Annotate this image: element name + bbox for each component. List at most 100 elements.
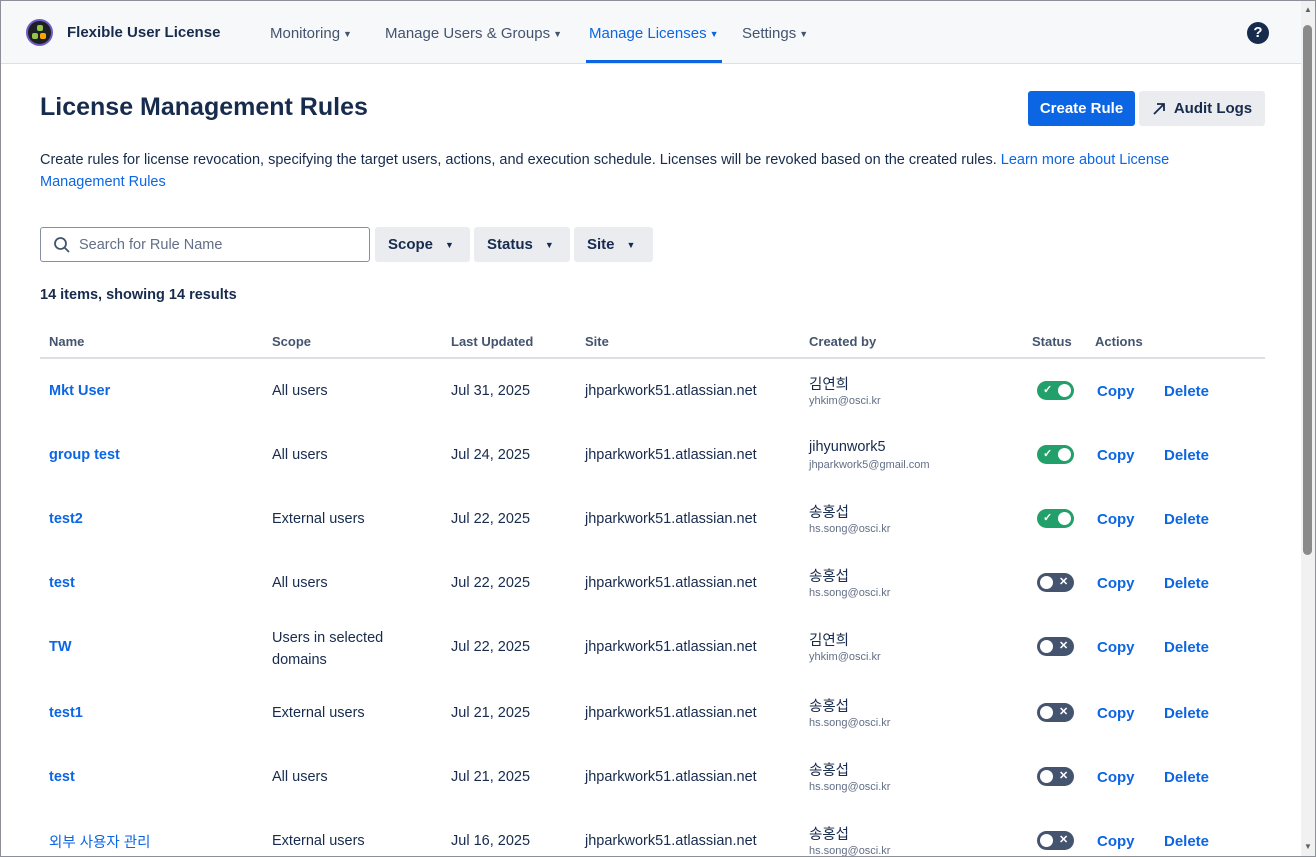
search-icon — [54, 237, 70, 253]
nav-manage-licenses-label: Manage Licenses — [589, 25, 707, 42]
search-placeholder: Search for Rule Name — [79, 237, 223, 253]
rule-name-link[interactable]: test2 — [49, 511, 83, 527]
column-header-created-by[interactable]: Created by — [809, 334, 876, 349]
delete-button[interactable]: Delete — [1164, 639, 1209, 656]
page-title: License Management Rules — [40, 93, 368, 121]
scrollbar-thumb[interactable] — [1303, 25, 1312, 555]
rule-name-link[interactable]: Mkt User — [49, 383, 110, 399]
table-row: group test All users Jul 24, 2025 jhpark… — [1, 423, 1301, 487]
toggle-knob — [1040, 834, 1053, 847]
status-toggle[interactable]: ✕ — [1037, 573, 1074, 592]
rule-name-link[interactable]: test1 — [49, 705, 83, 721]
status-filter-label: Status — [487, 236, 533, 253]
rule-scope: All users — [272, 769, 328, 785]
rule-site: jhparkwork51.atlassian.net — [585, 639, 757, 655]
column-header-last-updated[interactable]: Last Updated — [451, 334, 533, 349]
creator-name: 송홍섭 — [809, 569, 850, 585]
status-toggle[interactable]: ✓ — [1037, 381, 1074, 400]
column-header-site[interactable]: Site — [585, 334, 609, 349]
rule-name-link[interactable]: group test — [49, 447, 120, 463]
nav-monitoring[interactable]: Monitoring ▼ — [270, 25, 352, 42]
toggle-knob — [1040, 576, 1053, 589]
rule-scope: External users — [272, 705, 365, 721]
rule-name-link[interactable]: test — [49, 769, 75, 785]
delete-button[interactable]: Delete — [1164, 575, 1209, 592]
create-rule-button[interactable]: Create Rule — [1028, 91, 1135, 126]
status-toggle[interactable]: ✕ — [1037, 703, 1074, 722]
delete-button[interactable]: Delete — [1164, 447, 1209, 464]
rule-last-updated: Jul 21, 2025 — [451, 705, 531, 721]
check-icon: ✓ — [1043, 512, 1053, 524]
delete-button[interactable]: Delete — [1164, 383, 1209, 400]
app-logo-icon[interactable] — [26, 19, 53, 46]
nav-manage-licenses[interactable]: Manage Licenses ▼ — [589, 25, 719, 42]
rule-scope: All users — [272, 383, 328, 399]
chevron-down-icon: ▼ — [445, 239, 454, 250]
column-header-status[interactable]: Status — [1032, 334, 1072, 349]
external-arrow-icon — [1153, 102, 1165, 115]
copy-button[interactable]: Copy — [1097, 769, 1135, 786]
rule-scope: External users — [272, 511, 365, 527]
copy-button[interactable]: Copy — [1097, 705, 1135, 722]
chevron-down-icon: ▼ — [799, 28, 809, 39]
page-description: Create rules for license revocation, spe… — [40, 149, 1240, 193]
site-filter-label: Site — [587, 236, 615, 253]
audit-logs-button[interactable]: Audit Logs — [1139, 91, 1265, 126]
chevron-down-icon: ▼ — [709, 28, 719, 39]
delete-button[interactable]: Delete — [1164, 705, 1209, 722]
nav-settings-label: Settings — [742, 25, 797, 42]
creator-name: 송홍섭 — [809, 699, 850, 715]
copy-button[interactable]: Copy — [1097, 833, 1135, 850]
close-icon: ✕ — [1059, 770, 1069, 782]
scroll-down-arrow-icon[interactable]: ▼ — [1304, 842, 1312, 851]
delete-button[interactable]: Delete — [1164, 833, 1209, 850]
search-input[interactable]: Search for Rule Name — [40, 227, 370, 262]
rule-last-updated: Jul 22, 2025 — [451, 511, 531, 527]
status-toggle[interactable]: ✓ — [1037, 445, 1074, 464]
rule-name-link[interactable]: TW — [49, 639, 72, 655]
copy-button[interactable]: Copy — [1097, 383, 1135, 400]
close-icon: ✕ — [1059, 834, 1069, 846]
copy-button[interactable]: Copy — [1097, 511, 1135, 528]
nav-manage-users-groups-label: Manage Users & Groups — [385, 25, 551, 42]
close-icon: ✕ — [1059, 640, 1069, 652]
rule-name-link[interactable]: test — [49, 575, 75, 591]
creator-name: 송홍섭 — [809, 763, 850, 779]
status-toggle[interactable]: ✕ — [1037, 831, 1074, 850]
check-icon: ✓ — [1043, 384, 1053, 396]
rule-scope: All users — [272, 447, 328, 463]
status-toggle[interactable]: ✓ — [1037, 509, 1074, 528]
status-toggle[interactable]: ✕ — [1037, 637, 1074, 656]
copy-button[interactable]: Copy — [1097, 447, 1135, 464]
scroll-up-arrow-icon[interactable]: ▲ — [1304, 5, 1312, 14]
nav-manage-users-groups[interactable]: Manage Users & Groups ▼ — [385, 25, 562, 42]
chevron-down-icon: ▼ — [553, 28, 562, 39]
nav-settings[interactable]: Settings ▼ — [742, 25, 808, 42]
creator-email: jhparkwork5@gmail.com — [809, 459, 930, 471]
column-header-scope[interactable]: Scope — [272, 334, 311, 349]
creator-email: hs.song@osci.kr — [809, 717, 891, 729]
close-icon: ✕ — [1059, 576, 1069, 588]
rule-name-link[interactable]: 외부 사용자 관리 — [49, 831, 150, 852]
creator-email: hs.song@osci.kr — [809, 781, 891, 793]
status-filter-dropdown[interactable]: Status ▼ — [474, 227, 570, 262]
copy-button[interactable]: Copy — [1097, 575, 1135, 592]
active-tab-indicator — [586, 60, 722, 63]
delete-button[interactable]: Delete — [1164, 511, 1209, 528]
rule-last-updated: Jul 21, 2025 — [451, 769, 531, 785]
site-filter-dropdown[interactable]: Site ▼ — [574, 227, 653, 262]
copy-button[interactable]: Copy — [1097, 639, 1135, 656]
delete-button[interactable]: Delete — [1164, 769, 1209, 786]
creator-name: 김연희 — [809, 633, 850, 649]
help-icon[interactable]: ? — [1247, 22, 1269, 44]
status-toggle[interactable]: ✕ — [1037, 767, 1074, 786]
rule-last-updated: Jul 31, 2025 — [451, 383, 531, 399]
top-navigation: Flexible User License Monitoring ▼ Manag… — [1, 1, 1301, 64]
toggle-knob — [1058, 384, 1071, 397]
creator-name: jihyunwork5 — [809, 439, 886, 455]
scope-filter-dropdown[interactable]: Scope ▼ — [375, 227, 470, 262]
creator-name: 김연희 — [809, 377, 850, 393]
column-header-name[interactable]: Name — [49, 334, 84, 349]
app-name: Flexible User License — [67, 24, 221, 41]
table-row: test All users Jul 21, 2025 jhparkwork51… — [1, 745, 1301, 809]
